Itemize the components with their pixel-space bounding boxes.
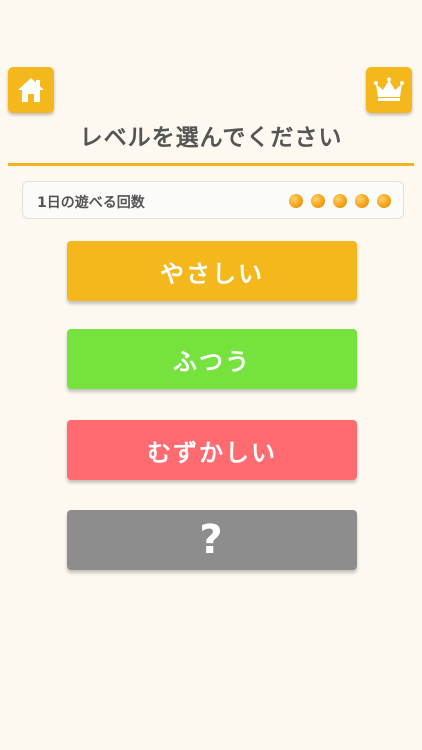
hard-level-button[interactable]: むずかしい	[67, 420, 357, 480]
home-icon	[18, 78, 44, 102]
play-dot	[289, 194, 303, 208]
title-divider	[8, 163, 414, 166]
crown-icon	[374, 77, 404, 101]
play-dot	[355, 194, 369, 208]
remaining-plays-indicator	[289, 194, 391, 208]
page-title: レベルを選んでください	[79, 125, 343, 151]
play-dot	[333, 194, 347, 208]
play-dot	[311, 194, 325, 208]
secret-level-button[interactable]: ?	[67, 510, 357, 570]
plays-per-day-panel: 1日の遊べる回数	[22, 181, 404, 219]
normal-level-button[interactable]: ふつう	[67, 329, 357, 389]
play-dot	[377, 194, 391, 208]
home-button[interactable]	[8, 67, 54, 113]
plays-per-day-label: 1日の遊べる回数	[37, 195, 145, 211]
easy-level-button[interactable]: やさしい	[67, 241, 357, 301]
ranking-button[interactable]	[366, 67, 412, 113]
